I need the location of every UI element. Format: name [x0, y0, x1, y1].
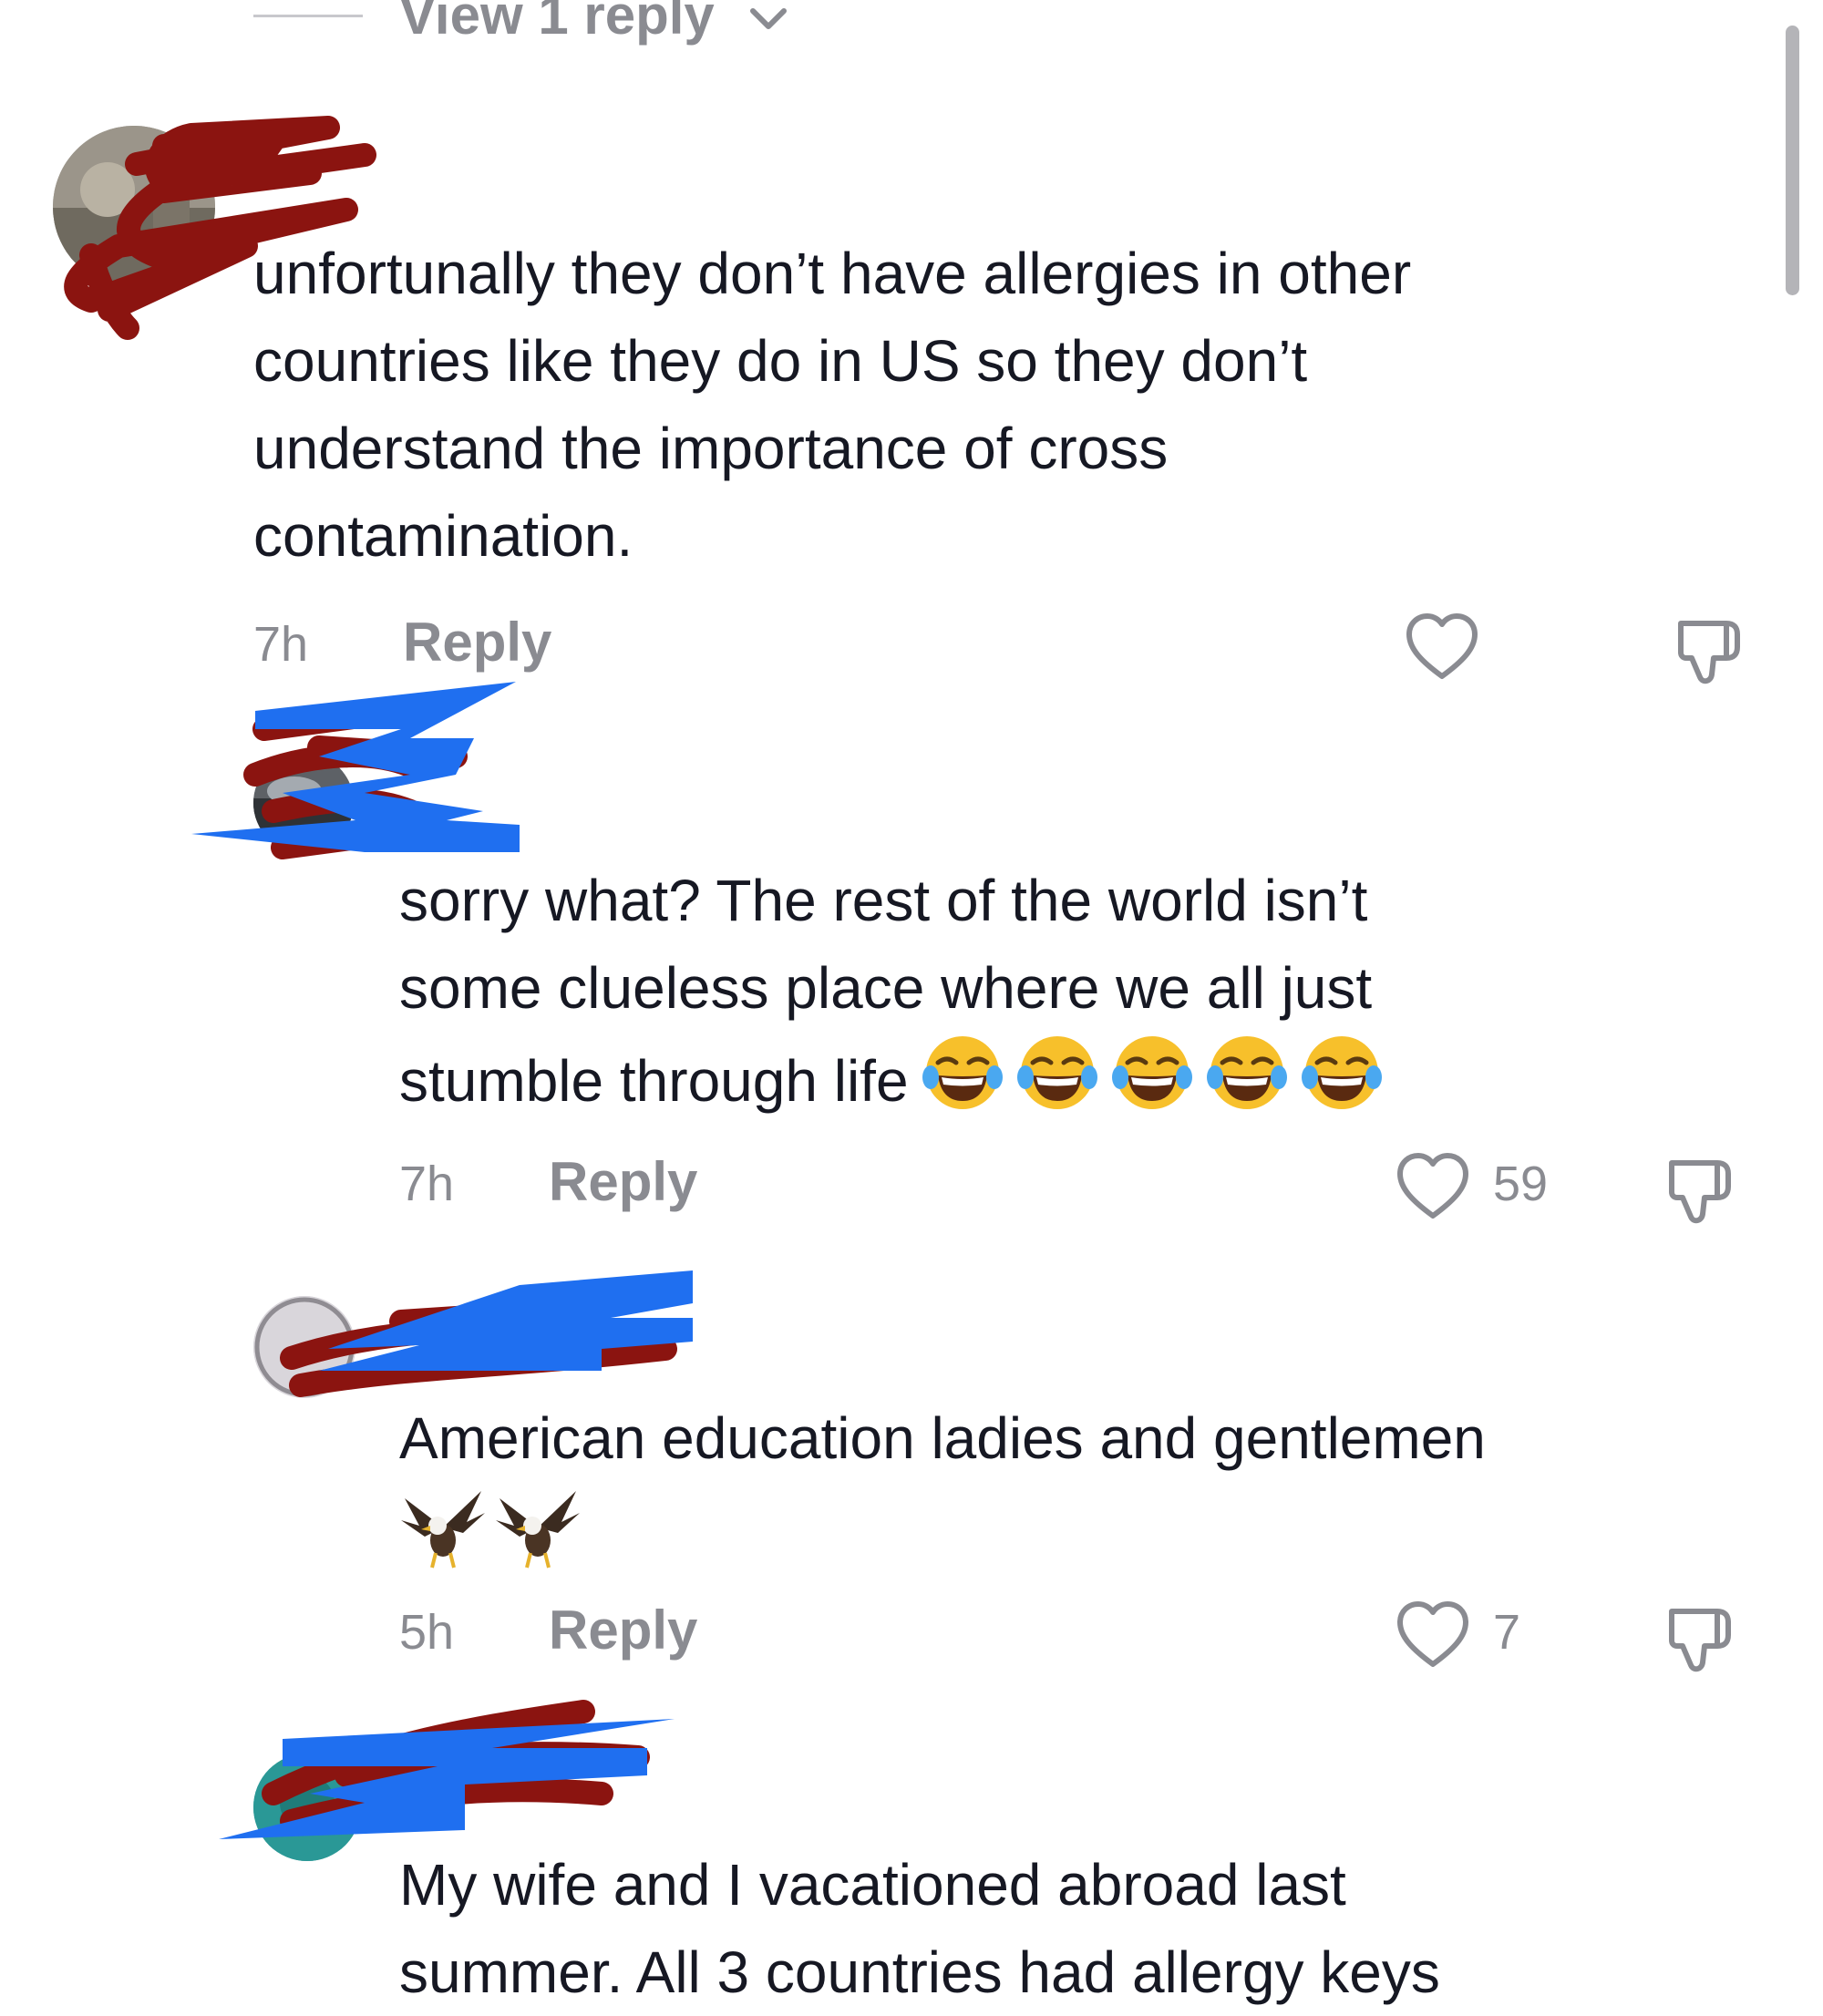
- replies-divider: [253, 15, 363, 17]
- comment-timestamp: 7h: [253, 617, 309, 672]
- eagle-icon: [399, 1486, 487, 1573]
- view-replies-label: View 1 reply: [399, 0, 715, 46]
- comment-line: summer. All 3 countries had allergy keys: [399, 1939, 1440, 2005]
- like-count: 59: [1493, 1157, 1549, 1211]
- like-count: 7: [1493, 1605, 1521, 1660]
- reply-button[interactable]: Reply: [549, 1150, 697, 1213]
- reply-button[interactable]: Reply: [403, 611, 551, 674]
- comment-timestamp: 5h: [399, 1605, 455, 1660]
- comment-line: My wife and I vacationed abroad last: [399, 1852, 1346, 1918]
- redacted-username: [219, 1700, 675, 1839]
- eagle-icon: [494, 1486, 582, 1573]
- heart-outline-icon[interactable]: [1395, 1150, 1471, 1221]
- comment-line: stumble through life: [399, 1032, 1766, 1137]
- comment-text: sorry what? The rest of the world isn’t …: [399, 857, 1766, 1137]
- thumbs-down-icon[interactable]: [1663, 1599, 1741, 1677]
- emoji-row: [399, 1486, 1785, 1577]
- comment-text: My wife and I vacationed abroad last sum…: [399, 1841, 1785, 2016]
- comment-line: contamination.: [253, 503, 633, 569]
- face-with-tears-of-joy-icon: [1301, 1032, 1383, 1114]
- scrollbar[interactable]: [1786, 26, 1799, 295]
- comment-line: countries like they do in US so they don…: [253, 328, 1308, 394]
- heart-outline-icon[interactable]: [1404, 611, 1480, 682]
- comment-line: understand the importance of cross: [253, 416, 1169, 481]
- comment-text: unfortunally they don’t have allergies i…: [253, 230, 1766, 580]
- redacted-username: [280, 1270, 693, 1397]
- comment-line: sorry what? The rest of the world isn’t: [399, 868, 1368, 933]
- comment-timestamp: 7h: [399, 1157, 455, 1211]
- heart-outline-icon[interactable]: [1395, 1599, 1471, 1670]
- chevron-down-icon[interactable]: [747, 4, 789, 35]
- thumbs-down-icon[interactable]: [1663, 1150, 1741, 1229]
- face-with-tears-of-joy-icon: [1206, 1032, 1288, 1114]
- reply-button[interactable]: Reply: [549, 1599, 697, 1661]
- comment-line: American education ladies and gentlemen: [399, 1405, 1486, 1471]
- face-with-tears-of-joy-icon: [1111, 1032, 1193, 1114]
- thumbs-down-icon[interactable]: [1672, 611, 1750, 689]
- face-with-tears-of-joy-icon: [1016, 1032, 1098, 1114]
- view-replies-button[interactable]: View 1 reply: [399, 0, 715, 46]
- face-with-tears-of-joy-icon: [922, 1032, 1004, 1114]
- comment-text: American education ladies and gentlemen: [399, 1394, 1785, 1577]
- comment-line: some clueless place where we all just: [399, 955, 1373, 1021]
- comment-line: unfortunally they don’t have allergies i…: [253, 241, 1412, 306]
- redacted-username: [191, 682, 520, 859]
- comment-line-text: stumble through life: [399, 1048, 909, 1114]
- emoji-row: [922, 1032, 1396, 1137]
